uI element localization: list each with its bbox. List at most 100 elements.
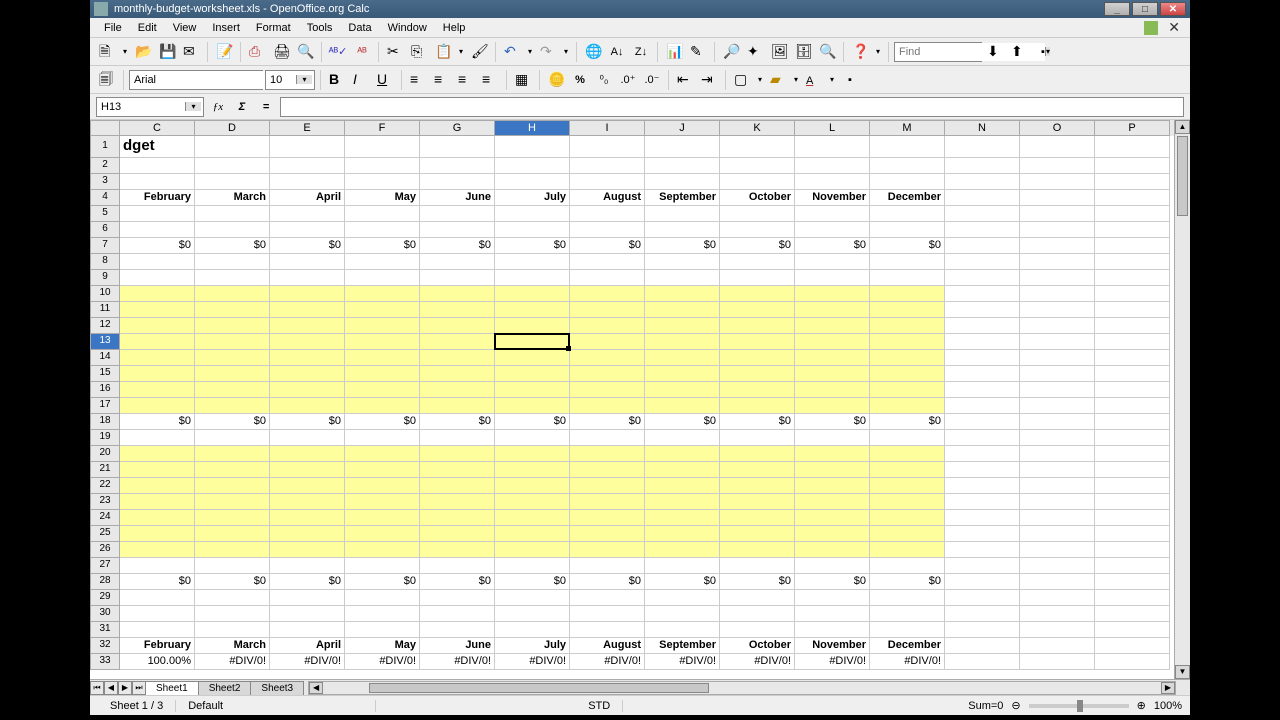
cell[interactable]: #DIV/0!: [345, 654, 420, 670]
cell[interactable]: [720, 350, 795, 366]
sheet-tab-sheet1[interactable]: Sheet1: [145, 681, 199, 695]
scroll-down-arrow[interactable]: ▼: [1175, 665, 1190, 679]
cell[interactable]: [345, 510, 420, 526]
cell[interactable]: [870, 270, 945, 286]
cell[interactable]: [495, 526, 570, 542]
autospell-button[interactable]: ᴬᴮ: [351, 41, 373, 63]
cell[interactable]: [1020, 574, 1095, 590]
cell[interactable]: [795, 366, 870, 382]
cell[interactable]: December: [870, 638, 945, 654]
cell[interactable]: [870, 206, 945, 222]
cell[interactable]: [795, 606, 870, 622]
cell[interactable]: [795, 526, 870, 542]
cell[interactable]: [120, 590, 195, 606]
cell[interactable]: $0: [420, 574, 495, 590]
cell[interactable]: [420, 462, 495, 478]
scroll-right-arrow[interactable]: ▶: [1161, 682, 1175, 694]
cell[interactable]: [420, 590, 495, 606]
cell[interactable]: [1020, 286, 1095, 302]
find-next-button[interactable]: ⬇: [984, 41, 1006, 63]
cell[interactable]: [270, 136, 345, 158]
cell[interactable]: [945, 478, 1020, 494]
cell[interactable]: [645, 622, 720, 638]
cell[interactable]: [870, 382, 945, 398]
cell[interactable]: [945, 462, 1020, 478]
cell[interactable]: [1095, 286, 1170, 302]
cell[interactable]: $0: [420, 414, 495, 430]
cut-button[interactable]: ✂: [384, 41, 406, 63]
cell[interactable]: [945, 622, 1020, 638]
cell[interactable]: [270, 606, 345, 622]
cell[interactable]: [945, 446, 1020, 462]
cell[interactable]: [495, 430, 570, 446]
cell[interactable]: [870, 606, 945, 622]
cell[interactable]: [570, 136, 645, 158]
cell[interactable]: [945, 654, 1020, 670]
col-header-K[interactable]: K: [720, 120, 795, 136]
font-size-input[interactable]: [266, 71, 296, 89]
cell[interactable]: [495, 366, 570, 382]
cell[interactable]: [120, 158, 195, 174]
cell[interactable]: [420, 222, 495, 238]
add-decimal-button[interactable]: .0⁺: [617, 69, 639, 91]
cell[interactable]: [645, 270, 720, 286]
cell[interactable]: [345, 302, 420, 318]
row-header-3[interactable]: 3: [90, 174, 120, 190]
dec-indent-button[interactable]: ⇤: [674, 69, 696, 91]
cell[interactable]: [1095, 158, 1170, 174]
cell[interactable]: [270, 494, 345, 510]
cell[interactable]: [795, 398, 870, 414]
zoom-value[interactable]: 100%: [1154, 700, 1182, 712]
cell[interactable]: [195, 158, 270, 174]
cell[interactable]: [720, 446, 795, 462]
cell[interactable]: [1095, 254, 1170, 270]
cell[interactable]: [1095, 334, 1170, 350]
name-box[interactable]: ▾: [96, 97, 204, 117]
cell[interactable]: [795, 382, 870, 398]
cell[interactable]: [1020, 654, 1095, 670]
cell[interactable]: $0: [120, 414, 195, 430]
cell[interactable]: [420, 542, 495, 558]
cell[interactable]: [795, 334, 870, 350]
cell[interactable]: [1095, 510, 1170, 526]
row-header-26[interactable]: 26: [90, 542, 120, 558]
cell[interactable]: [1095, 206, 1170, 222]
cell[interactable]: [645, 366, 720, 382]
justify-button[interactable]: ≡: [479, 69, 501, 91]
row-header-30[interactable]: 30: [90, 606, 120, 622]
status-mode[interactable]: STD: [576, 700, 623, 712]
cell[interactable]: [1095, 302, 1170, 318]
cell[interactable]: August: [570, 190, 645, 206]
spellcheck-button[interactable]: ᴬᴮ✓: [327, 41, 349, 63]
cell[interactable]: [495, 270, 570, 286]
cell[interactable]: $0: [195, 414, 270, 430]
cell[interactable]: [1095, 382, 1170, 398]
redo-dropdown[interactable]: ▾: [561, 47, 571, 56]
cell[interactable]: $0: [795, 574, 870, 590]
zoom-slider[interactable]: [1029, 704, 1129, 708]
cell[interactable]: [720, 136, 795, 158]
cell[interactable]: [720, 558, 795, 574]
new-dropdown[interactable]: ▾: [120, 47, 130, 56]
cell[interactable]: [795, 174, 870, 190]
cell[interactable]: [720, 206, 795, 222]
cell[interactable]: April: [270, 638, 345, 654]
cell[interactable]: [195, 174, 270, 190]
cell[interactable]: [645, 158, 720, 174]
cell[interactable]: [1095, 398, 1170, 414]
cell[interactable]: [945, 302, 1020, 318]
cell[interactable]: [420, 478, 495, 494]
cell[interactable]: [495, 286, 570, 302]
cell[interactable]: [120, 270, 195, 286]
cell[interactable]: [795, 542, 870, 558]
row-header-19[interactable]: 19: [90, 430, 120, 446]
cell[interactable]: [120, 622, 195, 638]
cell[interactable]: July: [495, 638, 570, 654]
cell[interactable]: [270, 222, 345, 238]
cell[interactable]: September: [645, 190, 720, 206]
cell[interactable]: $0: [795, 414, 870, 430]
cell[interactable]: [345, 222, 420, 238]
cell[interactable]: [420, 430, 495, 446]
cell[interactable]: [645, 398, 720, 414]
cell[interactable]: [870, 462, 945, 478]
